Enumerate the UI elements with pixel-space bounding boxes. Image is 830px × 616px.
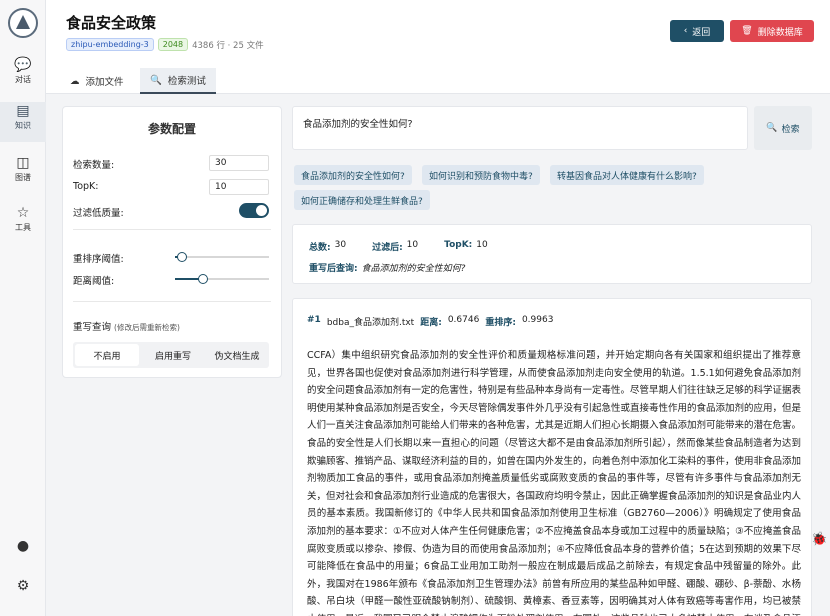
- embedding-badge: zhipu-embedding-3: [66, 38, 154, 51]
- page-header: 食品安全政策 zhipu-embedding-3 2048 4386 行 · 2…: [46, 0, 830, 68]
- rewritten-value: 食品添加剂的安全性如何?: [361, 264, 466, 274]
- chat-icon: 💬: [14, 57, 32, 73]
- rail-item-label: 工具: [15, 223, 31, 232]
- distance-threshold-label: 距离阈值:: [73, 276, 115, 287]
- result-header: #1 bdba_食品添加剂.txt 距离: 0.6746 重排序: 0.9963: [307, 315, 553, 328]
- dimension-badge: 2048: [157, 38, 189, 51]
- tab-label: 添加文件: [85, 77, 124, 88]
- rerank-value: 0.9963: [521, 315, 554, 325]
- trash-icon: 🗑: [741, 26, 753, 36]
- rerank-label: 重排序:: [485, 318, 516, 328]
- divider: [73, 301, 271, 302]
- rewrite-option-disabled[interactable]: 不启用: [75, 344, 139, 366]
- search-icon: 🔍: [766, 123, 778, 133]
- filter-low-quality-toggle[interactable]: [239, 203, 269, 218]
- rail-item-label: 对话: [15, 75, 31, 84]
- retrieval-stats: 总数: 30 过滤后: 10 TopK: 10 重写后查询: 食品添加剂的安全性…: [292, 224, 812, 284]
- rewrite-query-title: 重写查询: [73, 322, 112, 333]
- tab-label: 检索测试: [167, 76, 206, 87]
- settings-icon[interactable]: ⚙: [0, 578, 46, 594]
- retrieval-count-input[interactable]: 30: [209, 155, 269, 171]
- total-value: 30: [334, 240, 347, 250]
- tab-add-files[interactable]: ☁ 添加文件: [60, 68, 134, 94]
- suggestion-chip[interactable]: 如何识别和预防食物中毒?: [422, 165, 540, 185]
- back-label: 返回: [692, 27, 711, 38]
- distance-label: 距离:: [420, 318, 442, 328]
- topk-label: TopK:: [73, 181, 99, 192]
- slider-handle[interactable]: [177, 252, 187, 262]
- left-rail: 💬 对话 ▤ 知识 ◫ 图谱 ☆ 工具 ● ⚙: [0, 0, 46, 616]
- rail-item-knowledge[interactable]: ▤ 知识: [0, 102, 46, 142]
- tools-icon: ☆: [16, 205, 30, 221]
- upload-icon: ☁: [70, 75, 80, 87]
- rail-item-chat[interactable]: 💬 对话: [0, 56, 46, 96]
- total-label: 总数:: [309, 243, 331, 253]
- tab-bar: ☁ 添加文件 🔍 检索测试: [46, 68, 830, 94]
- slider-handle[interactable]: [198, 274, 208, 284]
- query-input[interactable]: 食品添加剂的安全性如何?: [292, 106, 748, 150]
- delete-label: 删除数据库: [757, 27, 803, 38]
- back-button[interactable]: ‹ 返回: [670, 20, 724, 42]
- result-card: #1 bdba_食品添加剂.txt 距离: 0.6746 重排序: 0.9963…: [292, 298, 812, 616]
- knowledge-icon: ▤: [16, 103, 30, 119]
- row-file-count: 4386 行 · 25 文件: [192, 40, 264, 51]
- search-button[interactable]: 🔍 检索: [754, 106, 812, 150]
- topk-stat-label: TopK:: [444, 240, 473, 250]
- suggestion-chip[interactable]: 转基因食品对人体健康有什么影响?: [550, 165, 704, 185]
- rail-item-label: 知识: [15, 121, 31, 130]
- search-label: 检索: [781, 124, 800, 135]
- rerank-threshold-slider[interactable]: [175, 252, 269, 262]
- rewrite-query-label: 重写查询 (修改后需重新检索): [73, 319, 180, 333]
- rewrite-option-pseudo-doc[interactable]: 伪文档生成: [205, 342, 269, 368]
- result-index: #1: [307, 315, 321, 325]
- github-icon[interactable]: ●: [0, 538, 46, 554]
- topk-input[interactable]: 10: [209, 179, 269, 195]
- rerank-threshold-label: 重排序阈值:: [73, 254, 124, 265]
- divider: [73, 229, 271, 230]
- rewrite-query-segmented-control: 不启用 启用重写 伪文档生成: [73, 342, 269, 368]
- delete-database-button[interactable]: 🗑 删除数据库: [730, 20, 814, 42]
- rail-item-graph[interactable]: ◫ 图谱: [0, 154, 46, 194]
- suggestion-chip[interactable]: 食品添加剂的安全性如何?: [294, 165, 412, 185]
- page-title: 食品安全政策: [66, 14, 157, 32]
- rail-item-tools[interactable]: ☆ 工具: [0, 204, 46, 244]
- filter-low-quality-label: 过滤低质量:: [73, 208, 124, 219]
- graph-icon: ◫: [16, 155, 30, 171]
- filtered-label: 过滤后:: [372, 243, 403, 253]
- suggestion-chip[interactable]: 如何正确储存和处理生鲜食品?: [294, 190, 430, 210]
- retrieval-count-label: 检索数量:: [73, 160, 115, 171]
- rewrite-option-enable[interactable]: 启用重写: [141, 342, 205, 368]
- rewritten-label: 重写后查询:: [309, 264, 358, 274]
- config-title: 参数配置: [147, 122, 196, 136]
- database-meta: zhipu-embedding-3 2048 4386 行 · 25 文件: [66, 38, 264, 51]
- app-logo[interactable]: [8, 8, 38, 38]
- chevron-left-icon: ‹: [683, 26, 688, 36]
- filtered-value: 10: [406, 240, 419, 250]
- distance-value: 0.6746: [447, 315, 480, 325]
- result-filename: bdba_食品添加剂.txt: [326, 318, 415, 328]
- topk-stat-value: 10: [476, 240, 488, 250]
- rail-item-label: 图谱: [15, 173, 31, 182]
- rewrite-query-hint: (修改后需重新检索): [114, 323, 180, 332]
- tab-retrieval-test[interactable]: 🔍 检索测试: [140, 68, 216, 94]
- debug-icon[interactable]: 🐞: [811, 532, 827, 547]
- search-icon: 🔍: [150, 74, 162, 86]
- stats-counts: 总数: 30 过滤后: 10 TopK: 10: [309, 240, 488, 253]
- result-content: CCFA）集中组织研究食品添加剂的安全性评价和质量规格标准问题，并开始定期向各有…: [307, 350, 802, 616]
- stats-rewritten-query: 重写后查询: 食品添加剂的安全性如何?: [309, 261, 465, 274]
- parameter-config-panel: 参数配置 检索数量: 30 TopK: 10 过滤低质量: 重排序阈值: 距离阈…: [62, 106, 282, 378]
- distance-threshold-slider[interactable]: [175, 274, 269, 284]
